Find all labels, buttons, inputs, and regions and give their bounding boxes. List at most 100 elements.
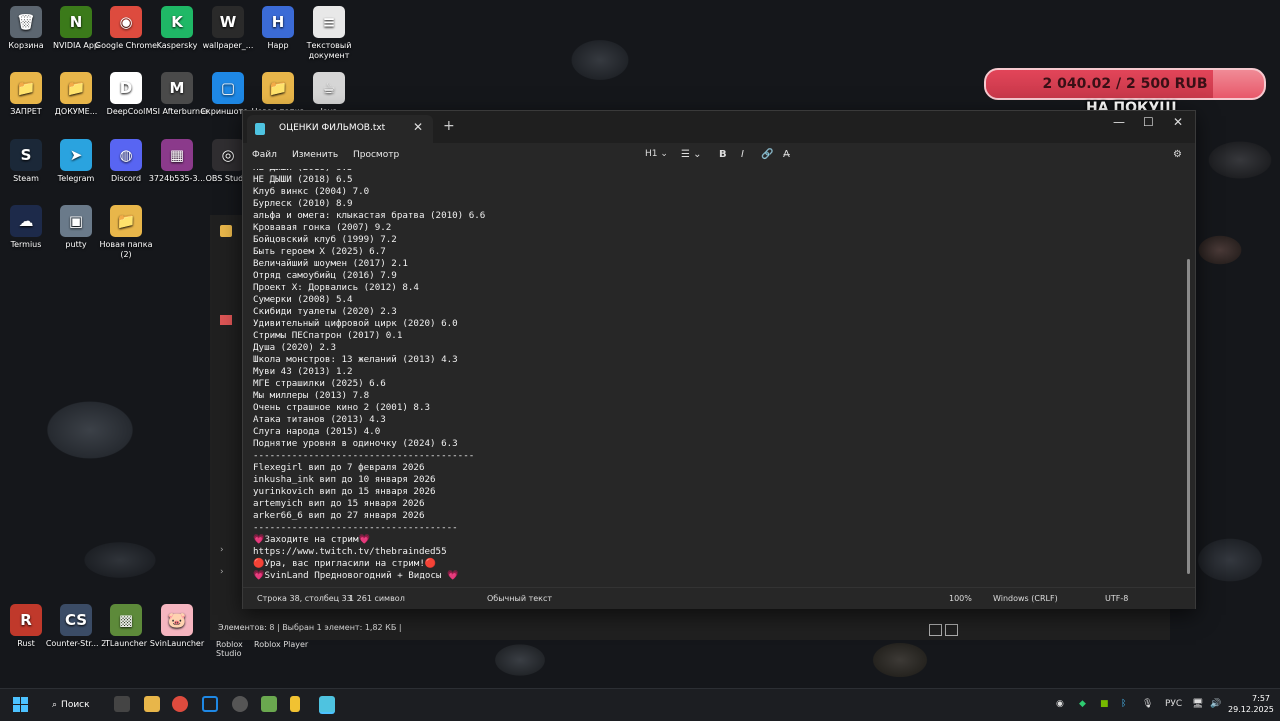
text-line[interactable]: Душа (2020) 2.3: [253, 342, 485, 354]
zoom-level[interactable]: 100%: [949, 594, 972, 603]
text-line[interactable]: Очень страшное кино 2 (2001) 8.3: [253, 402, 485, 414]
text-line[interactable]: Муви 43 (2013) 1.2: [253, 366, 485, 378]
encoding[interactable]: UTF-8: [1105, 594, 1128, 603]
nvidia-tray-icon[interactable]: ■: [1100, 699, 1109, 709]
text-line[interactable]: Атака титанов (2013) 4.3: [253, 414, 485, 426]
tray-app-icon[interactable]: ◉: [1056, 699, 1064, 709]
desktop-icon[interactable]: 🐷 SvinLauncher: [145, 604, 209, 649]
notepad-window[interactable]: ОЦЕНКИ ФИЛЬМОВ.txt ✕ + — ☐ ✕ Файл Измени…: [242, 110, 1196, 609]
text-line[interactable]: Бурлеск (2010) 8.9: [253, 198, 485, 210]
home-icon[interactable]: [220, 315, 232, 325]
desktop-app-icon: ≡: [313, 6, 345, 38]
clear-formatting-icon[interactable]: A̶: [783, 149, 790, 160]
notepad-taskbar-icon[interactable]: [319, 696, 335, 714]
settings-gear-icon[interactable]: ⚙: [1173, 149, 1182, 160]
notepad-titlebar[interactable]: ОЦЕНКИ ФИЛЬМОВ.txt ✕ + — ☐ ✕: [243, 111, 1195, 143]
text-line[interactable]: Слуга народа (2015) 4.0: [253, 426, 485, 438]
line-ending[interactable]: Windows (CRLF): [993, 594, 1058, 603]
text-line[interactable]: Мы миллеры (2013) 7.8: [253, 390, 485, 402]
notepad-tab[interactable]: ОЦЕНКИ ФИЛЬМОВ.txt ✕: [247, 115, 433, 143]
menu-file[interactable]: Файл: [252, 150, 277, 160]
chrome-taskbar-icon[interactable]: [172, 696, 188, 712]
notepad-status-bar: Строка 38, столбец 33 1 261 символ Обычн…: [243, 587, 1195, 609]
volume-icon[interactable]: 🔊: [1210, 699, 1221, 709]
text-line[interactable]: Стримы ПЕСпатрон (2017) 0.1: [253, 330, 485, 342]
app-taskbar-icon[interactable]: [290, 696, 300, 712]
language-indicator[interactable]: РУС: [1165, 699, 1182, 709]
text-line[interactable]: Величайший шоумен (2017) 2.1: [253, 258, 485, 270]
list-dropdown[interactable]: ☰ ⌄: [681, 149, 702, 160]
menu-view[interactable]: Просмотр: [353, 150, 399, 160]
text-line[interactable]: Школа монстров: 13 желаний (2013) 4.3: [253, 354, 485, 366]
text-line[interactable]: Кровавая гонка (2007) 9.2: [253, 222, 485, 234]
text-format[interactable]: Обычный текст: [487, 594, 552, 603]
text-line[interactable]: artemyich вип до 15 января 2026: [253, 498, 485, 510]
explorer-item-roblox-player[interactable]: Roblox Player: [254, 640, 308, 649]
microphone-icon[interactable]: 🎙: [1142, 699, 1153, 709]
tab-close-icon[interactable]: ✕: [413, 120, 423, 134]
text-line[interactable]: 💗Заходите на стрим💗: [253, 534, 485, 546]
text-line[interactable]: НЕ ДЫШИ (2018) 6.5: [253, 174, 485, 186]
start-button-windows-icon[interactable]: [13, 697, 29, 713]
tlauncher-taskbar-icon[interactable]: [261, 696, 277, 712]
desktop-icon-label: Текстовый документ: [306, 41, 352, 60]
italic-button[interactable]: I: [741, 149, 744, 160]
desktop-icon[interactable]: 📁 Новая папка (2): [94, 205, 158, 260]
bold-button[interactable]: B: [719, 149, 727, 160]
chevron-right-icon[interactable]: ›: [220, 545, 224, 555]
heading-dropdown[interactable]: H1 ⌄: [645, 149, 668, 159]
text-line[interactable]: yurinkovich вип до 15 января 2026: [253, 486, 485, 498]
text-line[interactable]: 💗SvinLand Предновогодний + Видосы 💗: [253, 570, 485, 581]
text-line[interactable]: Скибиди туалеты (2020) 2.3: [253, 306, 485, 318]
text-line[interactable]: Удивительный цифровой цирк (2020) 6.0: [253, 318, 485, 330]
tab-title: ОЦЕНКИ ФИЛЬМОВ.txt: [279, 123, 386, 133]
desktop-app-icon: H: [262, 6, 294, 38]
text-editor[interactable]: НЕ ДЫШИ (2016) 6.5НЕ ДЫШИ (2018) 6.5Клуб…: [243, 169, 1189, 581]
file-explorer-taskbar-icon[interactable]: [144, 696, 160, 712]
desktop-app-icon: 📁: [110, 205, 142, 237]
task-view-icon[interactable]: [114, 696, 130, 712]
maximize-icon[interactable]: ☐: [1143, 115, 1154, 129]
text-line[interactable]: -------------------------------------: [253, 522, 485, 534]
heading-label: H1: [645, 149, 658, 159]
text-line[interactable]: Проект Х: Дорвались (2012) 8.4: [253, 282, 485, 294]
text-line[interactable]: https://www.twitch.tv/thebrainded55: [253, 546, 485, 558]
new-tab-icon[interactable]: +: [443, 118, 455, 134]
vertical-scrollbar[interactable]: [1187, 259, 1190, 574]
text-line[interactable]: Бойцовский клуб (1999) 7.2: [253, 234, 485, 246]
tiles-view-icon[interactable]: [945, 624, 958, 636]
clock[interactable]: 7:57 29.12.2025: [1228, 693, 1274, 715]
text-line[interactable]: МГЕ страшилки (2025) 6.6: [253, 378, 485, 390]
desktop-app-icon: W: [212, 6, 244, 38]
bluetooth-icon[interactable]: ᛒ: [1121, 699, 1126, 709]
msi-afterburner-taskbar-icon[interactable]: [232, 696, 248, 712]
close-icon[interactable]: ✕: [1173, 115, 1183, 129]
text-line[interactable]: ----------------------------------------: [253, 450, 485, 462]
details-view-icon[interactable]: [929, 624, 942, 636]
text-line[interactable]: альфа и омега: клыкастая братва (2010) 6…: [253, 210, 485, 222]
text-line[interactable]: Быть героем Х (2025) 6.7: [253, 246, 485, 258]
text-line[interactable]: Сумерки (2008) 5.4: [253, 294, 485, 306]
search-button[interactable]: ⌕ Поиск: [44, 695, 102, 715]
screenshot-taskbar-icon[interactable]: [202, 696, 218, 712]
chevron-right-icon[interactable]: ›: [220, 567, 224, 577]
network-icon[interactable]: 🖥: [1192, 699, 1203, 709]
desktop-app-icon: CS: [60, 604, 92, 636]
explorer-item-roblox-studio[interactable]: Roblox Studio: [216, 640, 256, 658]
desktop-icon[interactable]: ≡ Текстовый документ: [297, 6, 361, 61]
kaspersky-tray-icon[interactable]: ◆: [1079, 699, 1086, 709]
text-line[interactable]: Клуб винкс (2004) 7.0: [253, 186, 485, 198]
explorer-view-toggle[interactable]: [926, 624, 958, 639]
text-line[interactable]: 🔴Ура, вас пригласили на стрим!🔴: [253, 558, 485, 570]
minimize-icon[interactable]: —: [1113, 115, 1125, 129]
text-line[interactable]: Отряд самоубийц (2016) 7.9: [253, 270, 485, 282]
list-icon: ☰: [681, 149, 690, 160]
text-line[interactable]: inkusha_ink вип до 10 января 2026: [253, 474, 485, 486]
menu-edit[interactable]: Изменить: [292, 150, 338, 160]
text-line[interactable]: Поднятие уровня в одиночку (2024) 6.3: [253, 438, 485, 450]
editor-text[interactable]: НЕ ДЫШИ (2016) 6.5НЕ ДЫШИ (2018) 6.5Клуб…: [253, 169, 485, 581]
link-icon[interactable]: 🔗: [761, 149, 773, 160]
search-icon: ⌕: [52, 700, 58, 710]
text-line[interactable]: Flexegirl вип до 7 февраля 2026: [253, 462, 485, 474]
text-line[interactable]: arker66_6 вип до 27 января 2026: [253, 510, 485, 522]
